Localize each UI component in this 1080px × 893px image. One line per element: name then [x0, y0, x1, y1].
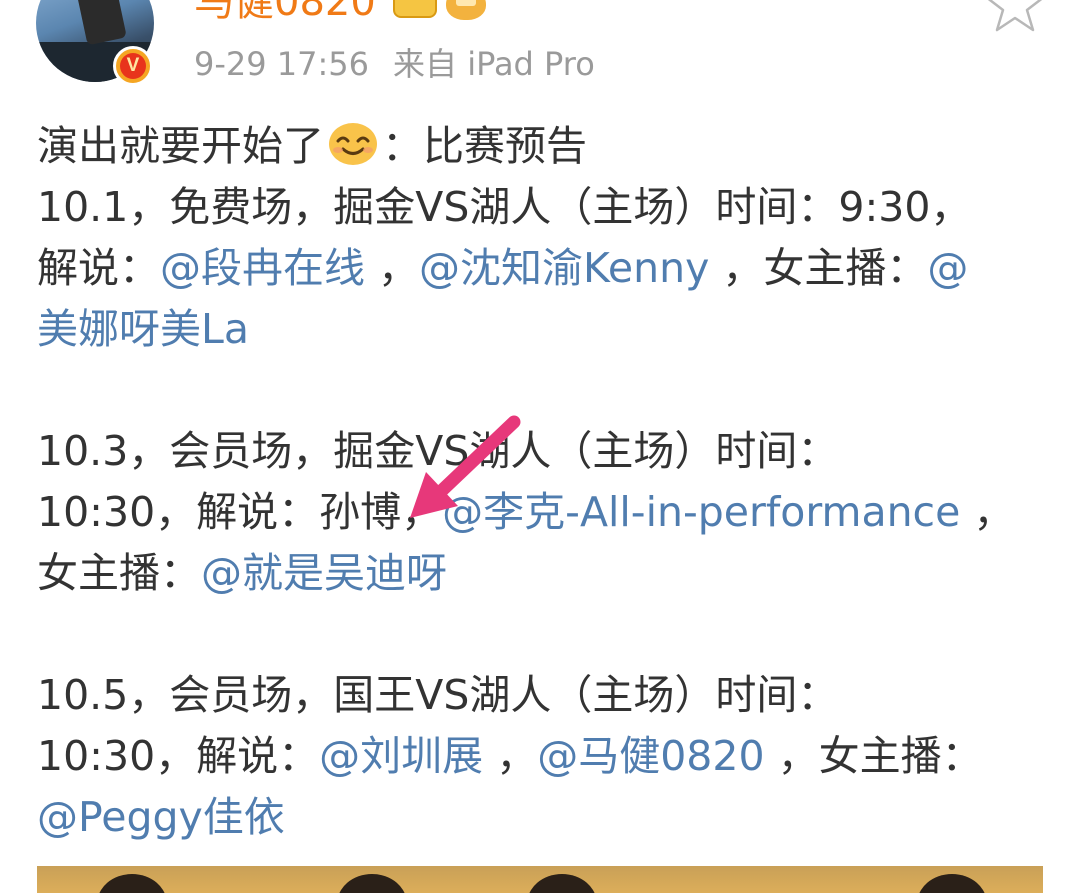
mention-link[interactable]: @沈知渝Kenny	[419, 244, 709, 292]
game1-line1: 10.1，免费场，掘金VS湖人（主场）时间：9:30，	[37, 183, 972, 231]
post-body: 演出就要开始了 ：比赛预告 10.1，免费场，掘金VS湖人（主场）时间：9:30…	[37, 116, 1037, 848]
game3-line2: 10:30，解说：@刘圳展 ，@马健0820 ，女主播：	[37, 726, 1037, 787]
verified-badge-icon: V	[113, 46, 153, 86]
mention-link[interactable]: @段冉在线	[160, 244, 365, 292]
mention-link[interactable]: @马健0820	[537, 732, 764, 780]
photo-person	[97, 874, 167, 893]
separator: ，	[365, 244, 420, 292]
game2-line3: 女主播：@就是吴迪呀	[37, 543, 1037, 604]
username[interactable]: 马健0820	[194, 0, 376, 26]
smile-emoji-icon	[329, 123, 377, 165]
intro-text: 演出就要开始了	[37, 122, 324, 170]
game1-commentary-label: 解说：	[37, 244, 160, 292]
intro-suffix: ：比赛预告	[382, 122, 587, 170]
post-source[interactable]: 来自 iPad Pro	[393, 45, 595, 83]
post-image[interactable]	[37, 866, 1043, 893]
game2-commentary-label: 10:30，解说：孙博，	[37, 488, 443, 536]
game3-commentary-label: 10:30，解说：	[37, 732, 320, 780]
level-icon[interactable]	[446, 0, 486, 20]
game1-line2: 解说：@段冉在线 ，@沈知渝Kenny ，女主播：@	[37, 238, 1037, 299]
mention-link[interactable]: @就是吴迪呀	[201, 549, 447, 597]
star-icon[interactable]	[986, 0, 1044, 38]
game2-line2: 10:30，解说：孙博，@李克-All-in-performance ，	[37, 482, 1037, 543]
mention-link[interactable]: @刘圳展	[319, 732, 483, 780]
photo-person	[917, 874, 987, 893]
separator: ，	[960, 488, 1015, 536]
photo-person	[527, 874, 597, 893]
photo-person	[337, 874, 407, 893]
avatar-photo-figure	[73, 0, 127, 46]
game3-host-label: ，女主播：	[764, 732, 983, 780]
game3-line1: 10.5，会员场，国王VS湖人（主场）时间：	[37, 671, 839, 719]
game1-host-label: ，女主播：	[709, 244, 928, 292]
game3-line3: @Peggy佳依	[37, 787, 1037, 848]
mention-link[interactable]: 美娜呀美La	[37, 305, 249, 353]
weibo-post: V 马健0820 9-29 17:56 来自 iPad Pro 演出就要开始了 ：…	[0, 0, 1080, 893]
mention-link[interactable]: @	[927, 244, 968, 292]
mention-link[interactable]: @Peggy佳依	[37, 793, 285, 841]
post-meta: 9-29 17:56 来自 iPad Pro	[194, 44, 595, 84]
crown-icon[interactable]	[393, 0, 437, 18]
pink-arrow-icon	[410, 415, 521, 518]
game2-host-label: 女主播：	[37, 549, 201, 597]
separator: ，	[483, 732, 538, 780]
verified-badge-letter: V	[120, 53, 146, 79]
game2-line1: 10.3，会员场，掘金VS湖人（主场）时间：	[37, 427, 839, 475]
post-timestamp: 9-29 17:56	[194, 45, 370, 83]
post-intro-line: 演出就要开始了 ：比赛预告	[37, 116, 1037, 177]
game1-line3: 美娜呀美La	[37, 299, 1037, 360]
